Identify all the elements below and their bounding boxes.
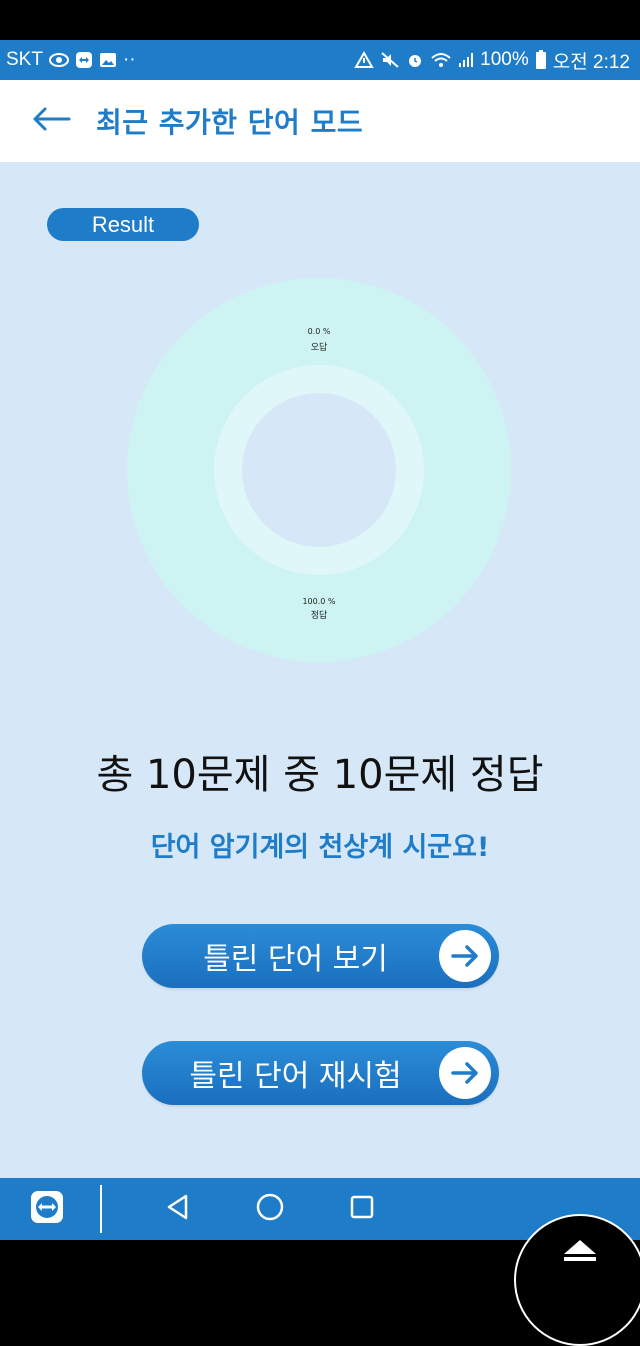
teamviewer-icon bbox=[30, 1190, 64, 1228]
correct-percent-label: 100.0 % bbox=[302, 597, 335, 606]
view-wrong-words-button[interactable]: 틀린 단어 보기 bbox=[142, 924, 499, 988]
result-donut-chart: 0.0 % 오답 100.0 % 정답 bbox=[127, 278, 511, 662]
battery-percent: 100% bbox=[480, 49, 529, 70]
nav-divider bbox=[100, 1185, 102, 1233]
arrow-right-icon bbox=[439, 1047, 491, 1099]
alert-triangle-icon bbox=[354, 51, 374, 69]
square-recent-icon bbox=[349, 1194, 375, 1224]
battery-icon bbox=[535, 50, 547, 70]
mute-icon bbox=[380, 51, 400, 69]
image-icon bbox=[99, 52, 117, 68]
score-summary: 총 10문제 중 10문제 정답 bbox=[96, 752, 544, 798]
status-left: SKT ·· bbox=[0, 49, 136, 71]
retest-wrong-words-button[interactable]: 틀린 단어 재시험 bbox=[142, 1041, 499, 1105]
top-black-bar bbox=[0, 0, 640, 40]
result-message: 단어 암기계의 천상계 시군요! bbox=[150, 832, 490, 863]
arrow-left-icon bbox=[31, 107, 71, 135]
eject-icon bbox=[560, 1238, 600, 1266]
nav-back-button[interactable] bbox=[160, 1191, 196, 1227]
back-button[interactable] bbox=[26, 96, 76, 146]
wrong-percent-label: 0.0 % bbox=[308, 327, 331, 336]
more-notifications: ·· bbox=[122, 49, 136, 70]
signal-icon bbox=[458, 52, 474, 68]
eject-button[interactable] bbox=[514, 1214, 640, 1346]
circle-home-icon bbox=[255, 1192, 285, 1226]
chart-inner-hole bbox=[242, 393, 396, 547]
triangle-back-icon bbox=[164, 1193, 192, 1225]
wifi-icon bbox=[430, 51, 452, 69]
page-title: 최근 추가한 단어 모드 bbox=[96, 106, 364, 139]
teamviewer-status-icon bbox=[75, 51, 93, 69]
result-badge: Result bbox=[47, 208, 199, 241]
correct-slice-label: 정답 bbox=[311, 609, 328, 621]
result-content: Result 0.0 % 오답 100.0 % 정답 총 10문제 중 10문제… bbox=[0, 162, 640, 1178]
retest-wrong-words-label: 틀린 단어 재시험 bbox=[189, 1059, 402, 1094]
nav-recent-button[interactable] bbox=[344, 1191, 380, 1227]
wrong-slice-label: 오답 bbox=[311, 341, 328, 353]
arrow-right-icon bbox=[439, 930, 491, 982]
carrier-label: SKT bbox=[6, 49, 43, 70]
eye-icon bbox=[48, 53, 69, 67]
status-right: 100% 오전 2:12 bbox=[354, 47, 640, 74]
view-wrong-words-label: 틀린 단어 보기 bbox=[203, 942, 388, 977]
teamviewer-button[interactable] bbox=[29, 1191, 65, 1227]
status-bar: SKT ·· 100% 오전 2:12 bbox=[0, 40, 640, 80]
clock: 오전 2:12 bbox=[552, 51, 630, 73]
app-bar: 최근 추가한 단어 모드 bbox=[0, 80, 640, 162]
nav-home-button[interactable] bbox=[252, 1191, 288, 1227]
alarm-icon bbox=[406, 51, 424, 69]
